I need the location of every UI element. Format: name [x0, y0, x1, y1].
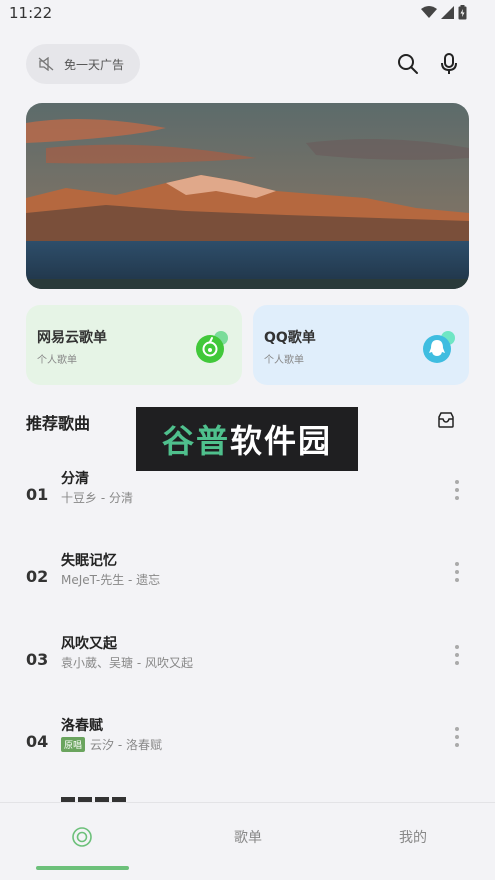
qq-card-subtitle: 个人歌单: [264, 355, 304, 366]
mic-icon[interactable]: [437, 52, 461, 76]
song-artist: 袁小葳、吴瑭 - 风吹又起: [61, 654, 193, 671]
more-icon[interactable]: [452, 725, 462, 749]
remove-ads-button[interactable]: 免一天广告: [26, 44, 140, 84]
netease-icon: [196, 331, 228, 363]
status-time: 11:22: [9, 4, 53, 22]
watermark-logo: 谷普 软件园: [136, 407, 358, 471]
recommended-songs-title: 推荐歌曲: [26, 414, 91, 433]
song-row[interactable]: 04 洛春赋 原唱 云汐 - 洛春赋: [0, 715, 495, 775]
qq-card-title: QQ歌单: [264, 330, 316, 346]
song-number: 04: [26, 732, 49, 751]
bottom-nav: 歌单 我的: [0, 802, 495, 880]
song-title: 失眠记忆: [61, 553, 117, 569]
mountain-landscape-image: [26, 103, 469, 289]
qq-playlist-card[interactable]: QQ歌单 个人歌单: [253, 305, 469, 385]
song-artist-text: MeJeT-先生 - 遗忘: [61, 573, 161, 587]
remove-ads-label: 免一天广告: [64, 57, 125, 72]
song-artist-text: 十豆乡 - 分清: [61, 491, 133, 505]
song-artist: MeJeT-先生 - 遗忘: [61, 571, 160, 588]
active-tab-indicator: [36, 866, 129, 870]
watermark-part2: 软件园: [230, 422, 333, 460]
home-icon[interactable]: [71, 826, 93, 848]
signal-icon: [441, 6, 454, 19]
more-icon[interactable]: [452, 643, 462, 667]
netease-card-subtitle: 个人歌单: [37, 355, 77, 366]
tab-playlists[interactable]: 歌单: [234, 827, 262, 847]
wifi-icon: [421, 6, 437, 18]
song-number: 01: [26, 485, 49, 504]
song-row[interactable]: 02 失眠记忆 MeJeT-先生 - 遗忘: [0, 550, 495, 610]
netease-playlist-card[interactable]: 网易云歌单 个人歌单: [26, 305, 242, 385]
song-number: 02: [26, 567, 49, 586]
more-icon[interactable]: [452, 560, 462, 584]
tab-mine[interactable]: 我的: [399, 827, 427, 847]
song-artist-text: 云汐 - 洛春赋: [90, 738, 162, 752]
song-artist: 十豆乡 - 分清: [61, 489, 133, 506]
original-tag: 原唱: [61, 737, 86, 752]
song-title: 风吹又起: [61, 636, 117, 652]
status-icons: [421, 5, 467, 20]
song-title: 洛春赋: [61, 718, 103, 734]
banner-image[interactable]: [26, 103, 469, 289]
song-row[interactable]: 01 分清 十豆乡 - 分清: [0, 468, 495, 528]
netease-card-title: 网易云歌单: [37, 330, 107, 346]
song-number: 03: [26, 650, 49, 669]
box-icon[interactable]: [436, 410, 456, 430]
qq-icon: [423, 331, 455, 363]
song-artist: 原唱 云汐 - 洛春赋: [61, 736, 162, 753]
no-ads-icon: [38, 57, 54, 71]
battery-icon: [458, 5, 467, 20]
status-bar: 11:22: [0, 0, 495, 26]
song-title: 分清: [61, 471, 89, 487]
watermark-part1: 谷普: [161, 422, 230, 460]
search-icon[interactable]: [396, 52, 420, 76]
song-row[interactable]: 03 风吹又起 袁小葳、吴瑭 - 风吹又起: [0, 633, 495, 693]
more-icon[interactable]: [452, 478, 462, 502]
song-artist-text: 袁小葳、吴瑭 - 风吹又起: [61, 656, 193, 670]
